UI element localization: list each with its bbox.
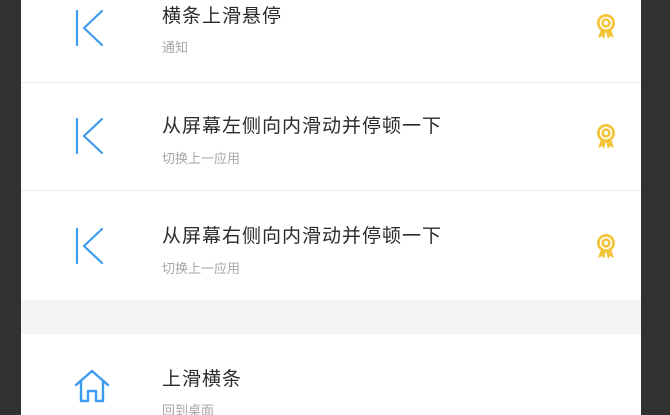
back-chevron-icon — [75, 117, 104, 155]
gesture-item-notification[interactable]: 横条上滑悬停 通知 — [21, 0, 641, 82]
gesture-item-home[interactable]: 上滑横条 回到桌面 — [21, 334, 641, 415]
gesture-title: 上滑横条 — [162, 368, 243, 390]
gesture-item-left-swipe[interactable]: 从屏幕左侧向内滑动并停顿一下 切换上一应用 — [21, 83, 641, 190]
gesture-title: 从屏幕左侧向内滑动并停顿一下 — [162, 115, 443, 137]
gesture-title: 横条上滑悬停 — [162, 5, 283, 27]
medal-icon — [597, 124, 615, 149]
medal-icon — [597, 14, 615, 39]
gesture-title: 从屏幕右侧向内滑动并停顿一下 — [162, 225, 443, 247]
gesture-item-right-swipe[interactable]: 从屏幕右侧向内滑动并停顿一下 切换上一应用 — [21, 191, 641, 300]
section-separator — [21, 300, 641, 334]
home-icon — [74, 369, 110, 403]
gesture-subtitle: 切换上一应用 — [162, 152, 241, 167]
gesture-settings-list: 横条上滑悬停 通知 从屏幕左侧向内滑动并停顿一下 切换上一应用 从屏幕右侧向内滑… — [21, 0, 641, 415]
back-chevron-icon — [75, 9, 104, 47]
back-chevron-icon — [75, 227, 104, 265]
medal-icon — [597, 234, 615, 259]
gesture-subtitle: 回到桌面 — [162, 404, 215, 415]
gesture-subtitle: 通知 — [162, 41, 189, 56]
gesture-subtitle: 切换上一应用 — [162, 262, 241, 277]
